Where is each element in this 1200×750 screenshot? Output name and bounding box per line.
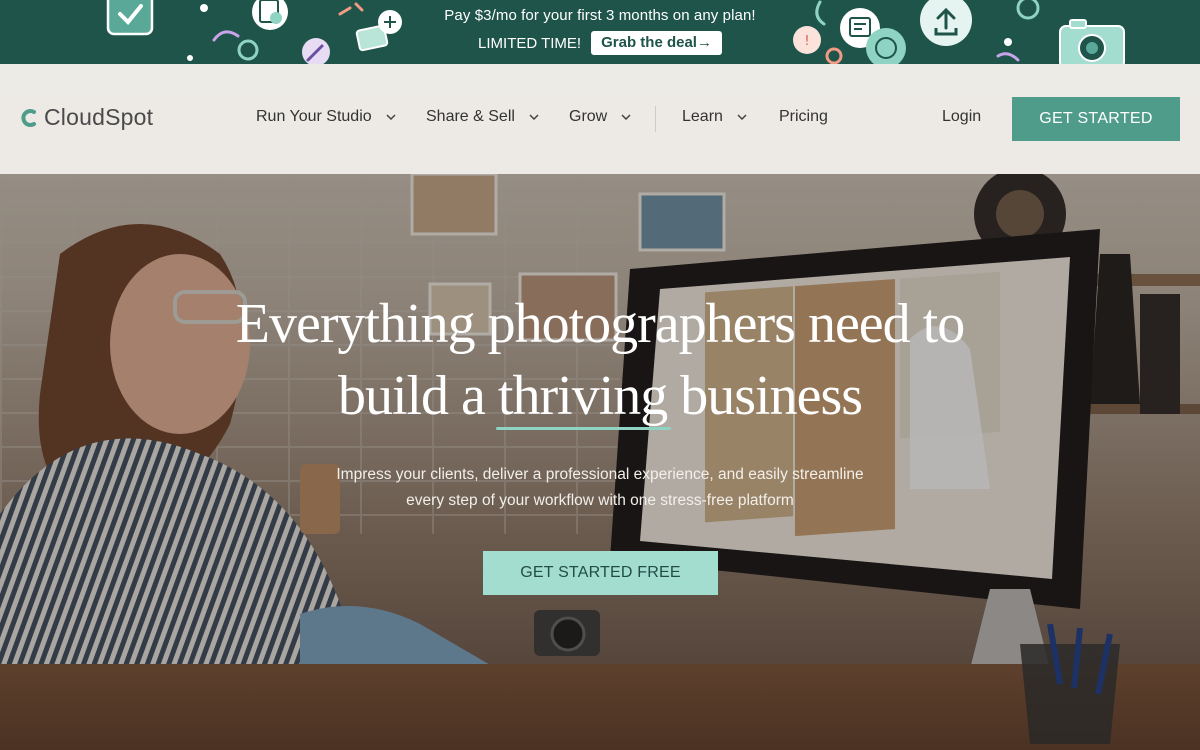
chevron-down-icon bbox=[737, 114, 747, 120]
cloudspot-logo[interactable]: CloudSpot bbox=[20, 104, 153, 131]
nav-item-label: Share & Sell bbox=[426, 108, 515, 125]
top-navigation: CloudSpot Run Your Studio Share & Sell G… bbox=[0, 64, 1200, 174]
chevron-down-icon bbox=[386, 114, 396, 120]
nav-item-label: Grow bbox=[569, 108, 608, 125]
subheadline-line-2: every step of your workflow with one str… bbox=[406, 492, 794, 509]
headline-highlight: thriving bbox=[495, 360, 672, 432]
nav-item-label: Learn bbox=[682, 108, 723, 125]
headline-line-1: Everything photographers need to bbox=[235, 293, 965, 355]
promo-banner: ! Pay $3/mo for your first 3 months on a… bbox=[0, 0, 1200, 64]
login-link[interactable]: Login bbox=[942, 108, 981, 126]
grab-deal-button[interactable]: Grab the deal→ bbox=[591, 31, 722, 55]
nav-pricing[interactable]: Pricing bbox=[779, 108, 828, 126]
chevron-down-icon bbox=[621, 114, 631, 120]
nav-divider bbox=[655, 106, 656, 132]
headline-text: build a bbox=[337, 365, 498, 427]
subheadline-line-1: Impress your clients, deliver a professi… bbox=[336, 466, 864, 483]
nav-run-your-studio[interactable]: Run Your Studio bbox=[256, 108, 396, 126]
logo-text: CloudSpot bbox=[44, 104, 154, 130]
get-started-button[interactable]: GET STARTED bbox=[1012, 97, 1180, 141]
cloudspot-logo-icon bbox=[21, 108, 36, 127]
nav-item-label: Run Your Studio bbox=[256, 108, 372, 125]
hero-headline: Everything photographers need to build a… bbox=[150, 288, 1050, 432]
nav-learn[interactable]: Learn bbox=[682, 108, 747, 126]
headline-line-2: build a thriving business bbox=[150, 360, 1050, 432]
headline-text: business bbox=[667, 365, 863, 427]
nav-grow[interactable]: Grow bbox=[569, 108, 631, 126]
nav-item-label: Pricing bbox=[779, 108, 828, 125]
nav-share-and-sell[interactable]: Share & Sell bbox=[426, 108, 539, 126]
promo-row: LIMITED TIME! Grab the deal→ bbox=[0, 31, 1200, 55]
promo-headline: Pay $3/mo for your first 3 months on any… bbox=[444, 7, 756, 24]
get-started-free-button[interactable]: GET STARTED FREE bbox=[483, 551, 718, 595]
hero-subheadline: Impress your clients, deliver a professi… bbox=[250, 462, 950, 514]
limited-time-label: LIMITED TIME! bbox=[478, 34, 582, 52]
chevron-down-icon bbox=[529, 114, 539, 120]
